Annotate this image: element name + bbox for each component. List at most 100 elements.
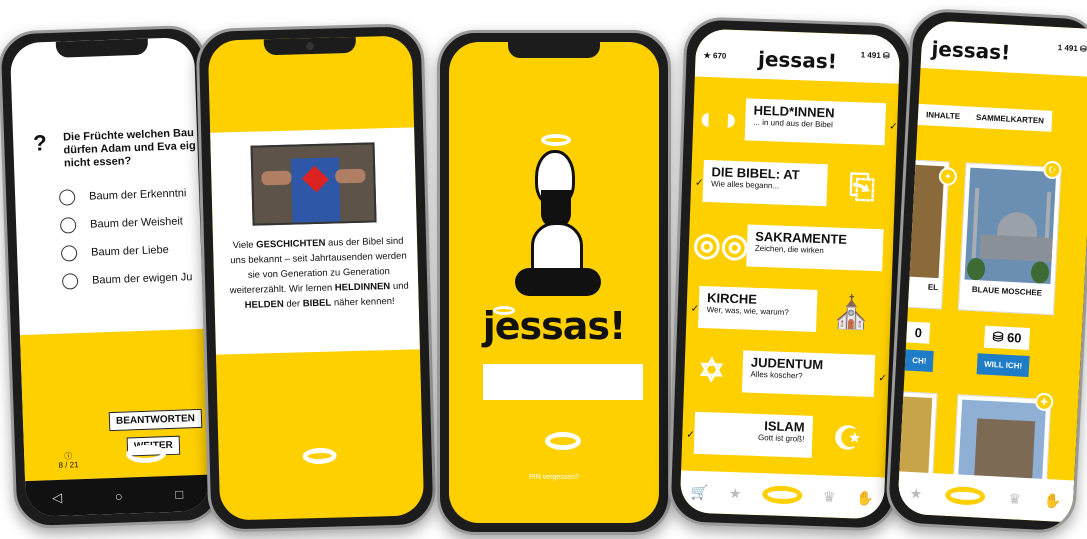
answer-label: Baum der Erkenntni: [88, 187, 187, 203]
trophy-icon[interactable]: ♛: [823, 488, 836, 505]
tab-inhalte[interactable]: INHALTE: [917, 103, 969, 128]
story-part: Viele: [232, 239, 257, 252]
category-item[interactable]: ✓ DIE BIBEL: AT Wie alles begann... ⎘: [690, 152, 896, 222]
category-tile[interactable]: DIE BIBEL: AT Wie alles begann...: [702, 159, 828, 207]
mosque-base-shape: [979, 234, 1053, 263]
android-navbar: ◁ ○ □: [25, 474, 211, 518]
phone-intro: Viele GESCHICHTEN aus der Bibel sind uns…: [195, 23, 437, 533]
radio-button[interactable]: [61, 273, 79, 290]
back-icon[interactable]: ◁: [52, 490, 63, 506]
story-part: und: [390, 280, 409, 293]
rings-icon: ◎◎: [692, 225, 750, 264]
shop-screen: jessas! 1 491 ⛁ INHALTE SAMMELKARTEN EL …: [897, 19, 1087, 523]
superhero-photo: [250, 142, 377, 226]
star-of-david-icon: ✡: [697, 351, 726, 389]
star-icon[interactable]: ★: [909, 484, 922, 502]
story-emphasis: HELDEN: [244, 298, 284, 311]
progress-counter: ⓘ 8 / 21: [58, 451, 79, 470]
phone-notch: [508, 42, 600, 58]
card-label: EL: [927, 282, 939, 293]
top-bar: ★ 670 jessas! 1 491 ⛁: [694, 28, 901, 84]
card-label: BLAUE MOSCHEE: [971, 284, 1043, 298]
arm-shape: [335, 168, 366, 184]
phone-notch: [55, 38, 149, 58]
scroll-icon: ⎘: [848, 168, 876, 205]
category-item[interactable]: ◐◑ HELD*INNEN ... in und aus der Bibel ✓: [692, 89, 898, 159]
torn-edge: [19, 318, 204, 336]
recents-icon[interactable]: □: [175, 486, 183, 501]
price-tag: ⛁ 60: [983, 325, 1031, 350]
church-icon: ⛪: [831, 293, 873, 331]
category-tile[interactable]: ISLAM Gott ist groß!: [693, 411, 814, 458]
question-mark-icon: ?: [32, 130, 48, 156]
cart-icon[interactable]: 🛒: [690, 483, 708, 501]
tab-bar: 🛒 ★ ♛ ✋: [679, 470, 885, 520]
intro-screen: Viele GESCHICHTEN aus der Bibel sind uns…: [207, 35, 425, 521]
phone-quiz: ? Die Früchte welchen Bau dürfen Adam un…: [0, 24, 223, 530]
app-showcase: ? Die Früchte welchen Bau dürfen Adam un…: [0, 0, 1087, 539]
category-item[interactable]: ◎◎ SAKRAMENTE Zeichen, die wirken: [688, 214, 894, 284]
category-tile[interactable]: SAKRAMENTE Zeichen, die wirken: [746, 224, 884, 272]
brand-logo: jessas!: [930, 36, 1011, 65]
home-icon[interactable]: ○: [115, 488, 123, 503]
answer-label: Baum der ewigen Ju: [91, 271, 193, 287]
halo-icon: [541, 134, 571, 146]
halo-submit-icon[interactable]: [545, 432, 581, 450]
category-item[interactable]: ✓ ISLAM Gott ist groß! ☪: [681, 403, 887, 473]
category-tile[interactable]: KIRCHE Wer, was, wie, warum?: [698, 285, 818, 332]
halo-icon[interactable]: [302, 447, 337, 465]
card-image: [964, 167, 1057, 285]
story-text: Viele GESCHICHTEN aus der Bibel sind uns…: [225, 234, 413, 314]
story-part: näher kennen!: [331, 295, 395, 309]
answer-label: Baum der Liebe: [90, 243, 169, 259]
check-icon: ✓: [889, 121, 898, 133]
tree-shape: [966, 257, 986, 281]
radio-button[interactable]: [60, 245, 78, 262]
story-part: der: [283, 298, 303, 310]
price-value: 60: [1006, 329, 1022, 346]
arm-shape: [261, 170, 292, 186]
story-emphasis: HELDINNEN: [334, 281, 391, 294]
forgot-pin-link[interactable]: PIN vergessen?: [449, 474, 659, 481]
phone-categories: ★ 670 jessas! 1 491 ⛁ ◐◑ HELD*INNEN ... …: [667, 16, 913, 532]
mascot-legs: [515, 268, 601, 296]
category-item[interactable]: ✡ JUDENTUM Alles koscher? ✓: [683, 340, 889, 410]
star-icon[interactable]: ★: [729, 485, 742, 502]
minaret-shape: [971, 187, 980, 259]
answer-label: Baum der Weisheit: [89, 215, 184, 231]
category-item[interactable]: ✓ KIRCHE Wer, was, wie, warum? ⛪: [686, 277, 892, 347]
tree-shape: [1030, 261, 1050, 284]
quiz-screen: ? Die Früchte welchen Bau dürfen Adam un…: [9, 36, 211, 518]
hand-icon[interactable]: ✋: [856, 489, 874, 507]
radio-button[interactable]: [59, 217, 77, 234]
halo-icon[interactable]: [944, 485, 986, 506]
phone-login: jessas! PIN vergessen?: [437, 30, 671, 535]
pin-input[interactable]: [483, 364, 643, 400]
halo-icon[interactable]: [761, 485, 803, 505]
answer-list: Baum der Erkenntni Baum der Weisheit Bau…: [58, 179, 193, 296]
card-image: [904, 164, 945, 279]
tab-sammelkarten[interactable]: SAMMELKARTEN: [967, 106, 1053, 132]
story-emphasis: BIBEL: [302, 297, 332, 310]
categories-screen: ★ 670 jessas! 1 491 ⛁ ◐◑ HELD*INNEN ... …: [679, 28, 901, 520]
radio-button[interactable]: [58, 189, 76, 206]
check-icon: ✓: [878, 373, 887, 385]
progress-text: 8 / 21: [58, 460, 79, 470]
submit-answer-button[interactable]: BEANTWORTEN: [108, 408, 203, 432]
category-tile[interactable]: HELD*INNEN ... in und aus der Bibel: [744, 98, 887, 146]
category-tile[interactable]: JUDENTUM Alles koscher?: [741, 350, 876, 397]
tab-bar: ★ ♛ ✋: [897, 471, 1075, 523]
coin-counter: 1 491 ⛁: [1057, 43, 1087, 54]
brand-logo: jessas!: [757, 46, 838, 74]
buy-button[interactable]: CH!: [904, 349, 934, 372]
category-list: ◐◑ HELD*INNEN ... in und aus der Bibel ✓…: [681, 89, 898, 474]
category-badge-icon: ✦: [938, 167, 958, 186]
trophy-icon[interactable]: ♛: [1008, 490, 1021, 508]
top-bar: jessas! 1 491 ⛁: [920, 19, 1087, 78]
collectible-card[interactable]: BLAUE MOSCHEE: [957, 162, 1062, 316]
story-emphasis: GESCHICHTEN: [256, 237, 326, 251]
coin-counter: 1 491 ⛁: [860, 50, 890, 61]
hand-icon[interactable]: ✋: [1044, 491, 1062, 509]
answer-option[interactable]: Baum der ewigen Ju: [61, 263, 193, 296]
buy-button[interactable]: WILL ICH!: [976, 353, 1030, 378]
